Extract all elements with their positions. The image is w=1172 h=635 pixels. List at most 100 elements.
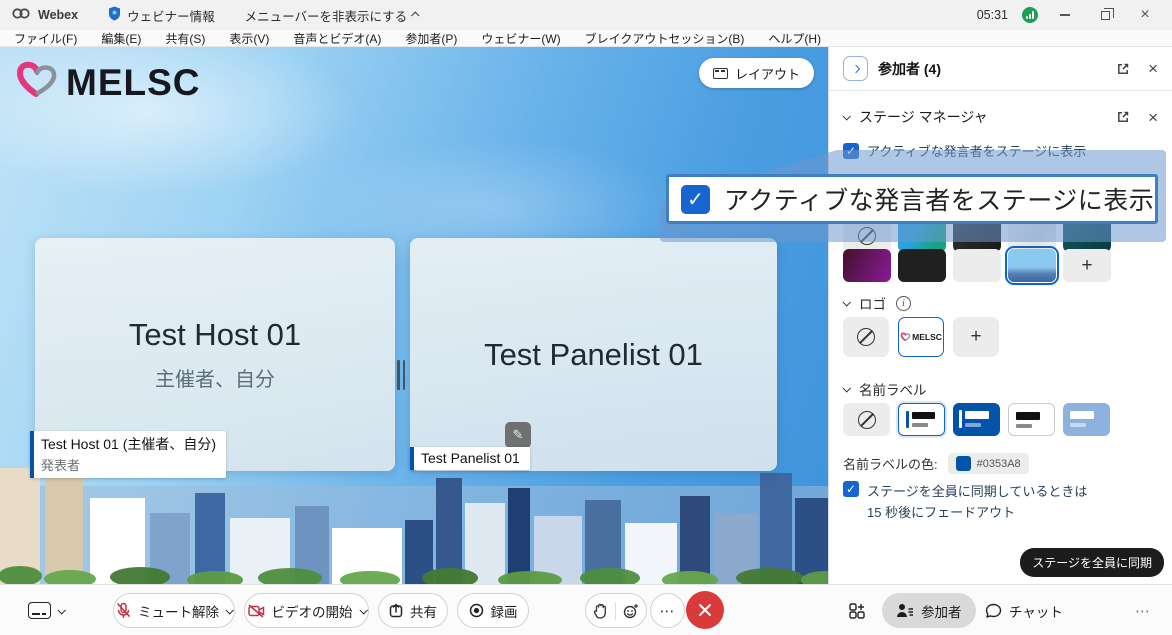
menu-share[interactable]: 共有(S) [165,30,205,47]
minimize-button[interactable] [1052,5,1078,25]
melsc-heart-icon [900,332,911,342]
menu-audio-video[interactable]: 音声とビデオ(A) [293,30,381,47]
reactions-group [585,593,647,628]
brand-logo: MELSC [14,59,201,106]
tile-host-role: 主催者、自分 [155,363,275,392]
participants-panel-header: 参加者 (4) × [829,47,1172,91]
color-swatch [956,456,971,471]
sync-fade-checkbox-row[interactable]: ✓ ステージを全員に同期しているときは [843,481,1087,500]
name-label-style-1-selected[interactable] [898,403,945,436]
mic-muted-icon [116,602,131,619]
leave-meeting-button[interactable] [686,591,724,629]
melsc-heart-icon [14,59,60,106]
edit-name-button[interactable]: ✎ [505,422,531,448]
logo-section-title: ロゴ [859,293,886,313]
menu-webinar[interactable]: ウェビナー(W) [481,30,560,47]
menu-view[interactable]: 表示(V) [229,30,269,47]
name-label-style-4[interactable] [1063,403,1110,436]
participants-panel-title: 参加者 (4) [878,59,941,79]
app-name: Webex [38,8,78,22]
close-panel-icon[interactable]: × [1148,109,1158,126]
title-bar: Webex ウェビナー情報 メニューバーを非表示にする 05:31 × [0,0,1172,30]
close-panel-icon[interactable]: × [1148,60,1158,77]
closed-captions-icon [28,602,51,619]
brand-text: MELSC [66,62,201,104]
menu-file[interactable]: ファイル(F) [14,30,77,47]
raise-hand-icon[interactable] [593,603,608,619]
background-thumb-city-selected[interactable] [1008,249,1056,282]
popout-icon[interactable] [1116,62,1130,76]
share-button[interactable]: 共有 [378,593,448,628]
start-video-button[interactable]: ビデオの開始 [244,593,369,628]
add-logo-button[interactable]: + [953,317,999,357]
nametag-panelist: Test Panelist 01 [410,447,530,470]
more-options-button[interactable]: ⋯ [650,593,685,628]
name-label-style-3[interactable] [1008,403,1055,436]
name-label-section-header: 名前ラベル [843,379,927,399]
sync-fade-label-line2: 15 秒後にフェードアウト [867,502,1015,521]
chevron-down-icon [225,606,233,614]
chevron-down-icon[interactable] [842,298,850,306]
background-thumb-plain[interactable] [953,249,1001,282]
checkbox-checked[interactable]: ✓ [843,481,859,497]
logo-section-header: ロゴ i [843,293,911,313]
sync-stage-button[interactable]: ステージを全員に同期 [1020,548,1164,577]
connection-quality-icon[interactable] [1022,7,1038,23]
menu-participants[interactable]: 参加者(P) [405,30,457,47]
popout-icon[interactable] [1116,110,1130,124]
color-picker-chip[interactable]: #0353A8 [948,453,1029,474]
webex-window: Webex ウェビナー情報 メニューバーを非表示にする 05:31 × ファイル… [0,0,1172,635]
hide-menubar-button[interactable]: メニューバーを非表示にする [245,6,420,25]
captions-button[interactable] [28,593,64,628]
pencil-icon: ✎ [513,427,524,443]
unmute-button[interactable]: ミュート解除 [113,593,235,628]
expand-panel-button[interactable] [843,56,868,81]
active-speaker-callout: ✓ アクティブな発言者をステージに表示 [666,174,1158,224]
reactions-smiley-icon[interactable] [623,603,639,619]
layout-button[interactable]: レイアウト [699,58,814,88]
tile-resize-handle[interactable] [397,360,405,390]
stage-manager-title: ステージ マネージャ [859,107,988,127]
name-label-style-2[interactable] [953,403,1000,436]
add-background-button[interactable]: + [1063,249,1111,282]
restore-button[interactable] [1092,5,1118,25]
info-icon[interactable]: i [896,296,911,311]
none-icon [858,411,876,429]
right-sidebar: 参加者 (4) × ステージ マネージャ × ✓ アクティブな発言者をステージに… [828,47,1172,584]
chat-bubble-icon [985,603,1002,619]
menu-edit[interactable]: 編集(E) [101,30,141,47]
tile-panelist-name: Test Panelist 01 [484,337,703,373]
webinar-info-button[interactable]: ウェビナー情報 [108,6,215,25]
close-x-icon [697,602,713,618]
shield-icon [108,6,121,24]
participants-icon [896,603,914,618]
stage-area: MELSC レイアウト Test Host 01 主催者、自分 Test Pan… [0,47,828,584]
camera-off-icon [248,604,265,618]
chat-panel-button[interactable]: チャット [985,593,1063,628]
menu-help[interactable]: ヘルプ(H) [768,30,821,47]
clock-time: 05:31 [977,8,1008,22]
name-label-none[interactable] [843,403,890,436]
chevron-down-icon[interactable] [842,112,850,120]
record-icon [469,603,484,618]
video-tile-panelist[interactable]: Test Panelist 01 [410,238,777,471]
logo-none[interactable] [843,317,889,357]
background-thumb-black2[interactable] [898,249,946,282]
stage-manager-header: ステージ マネージャ × [829,99,1172,135]
participants-panel-button[interactable]: 参加者 [882,593,976,628]
chevron-down-icon[interactable] [842,384,850,392]
chevron-up-icon [411,11,419,19]
apps-button[interactable] [848,593,866,628]
chevron-down-icon [359,606,367,614]
more-panels-button[interactable]: ⋯ [1135,593,1151,628]
record-button[interactable]: 録画 [457,593,529,628]
close-window-button[interactable]: × [1132,5,1158,25]
webex-logo-icon [12,7,30,23]
name-label-color-row: 名前ラベルの色: #0353A8 [843,453,1029,474]
layout-icon [713,68,728,79]
menu-breakout[interactable]: ブレイクアウトセッション(B) [585,30,745,47]
logo-melsc-selected[interactable]: MELSC [898,317,944,357]
callout-text: アクティブな発言者をステージに表示 [724,181,1154,217]
background-thumb-purple[interactable] [843,249,891,282]
nametag-host: Test Host 01 (主催者、自分) 発表者 [30,431,226,478]
